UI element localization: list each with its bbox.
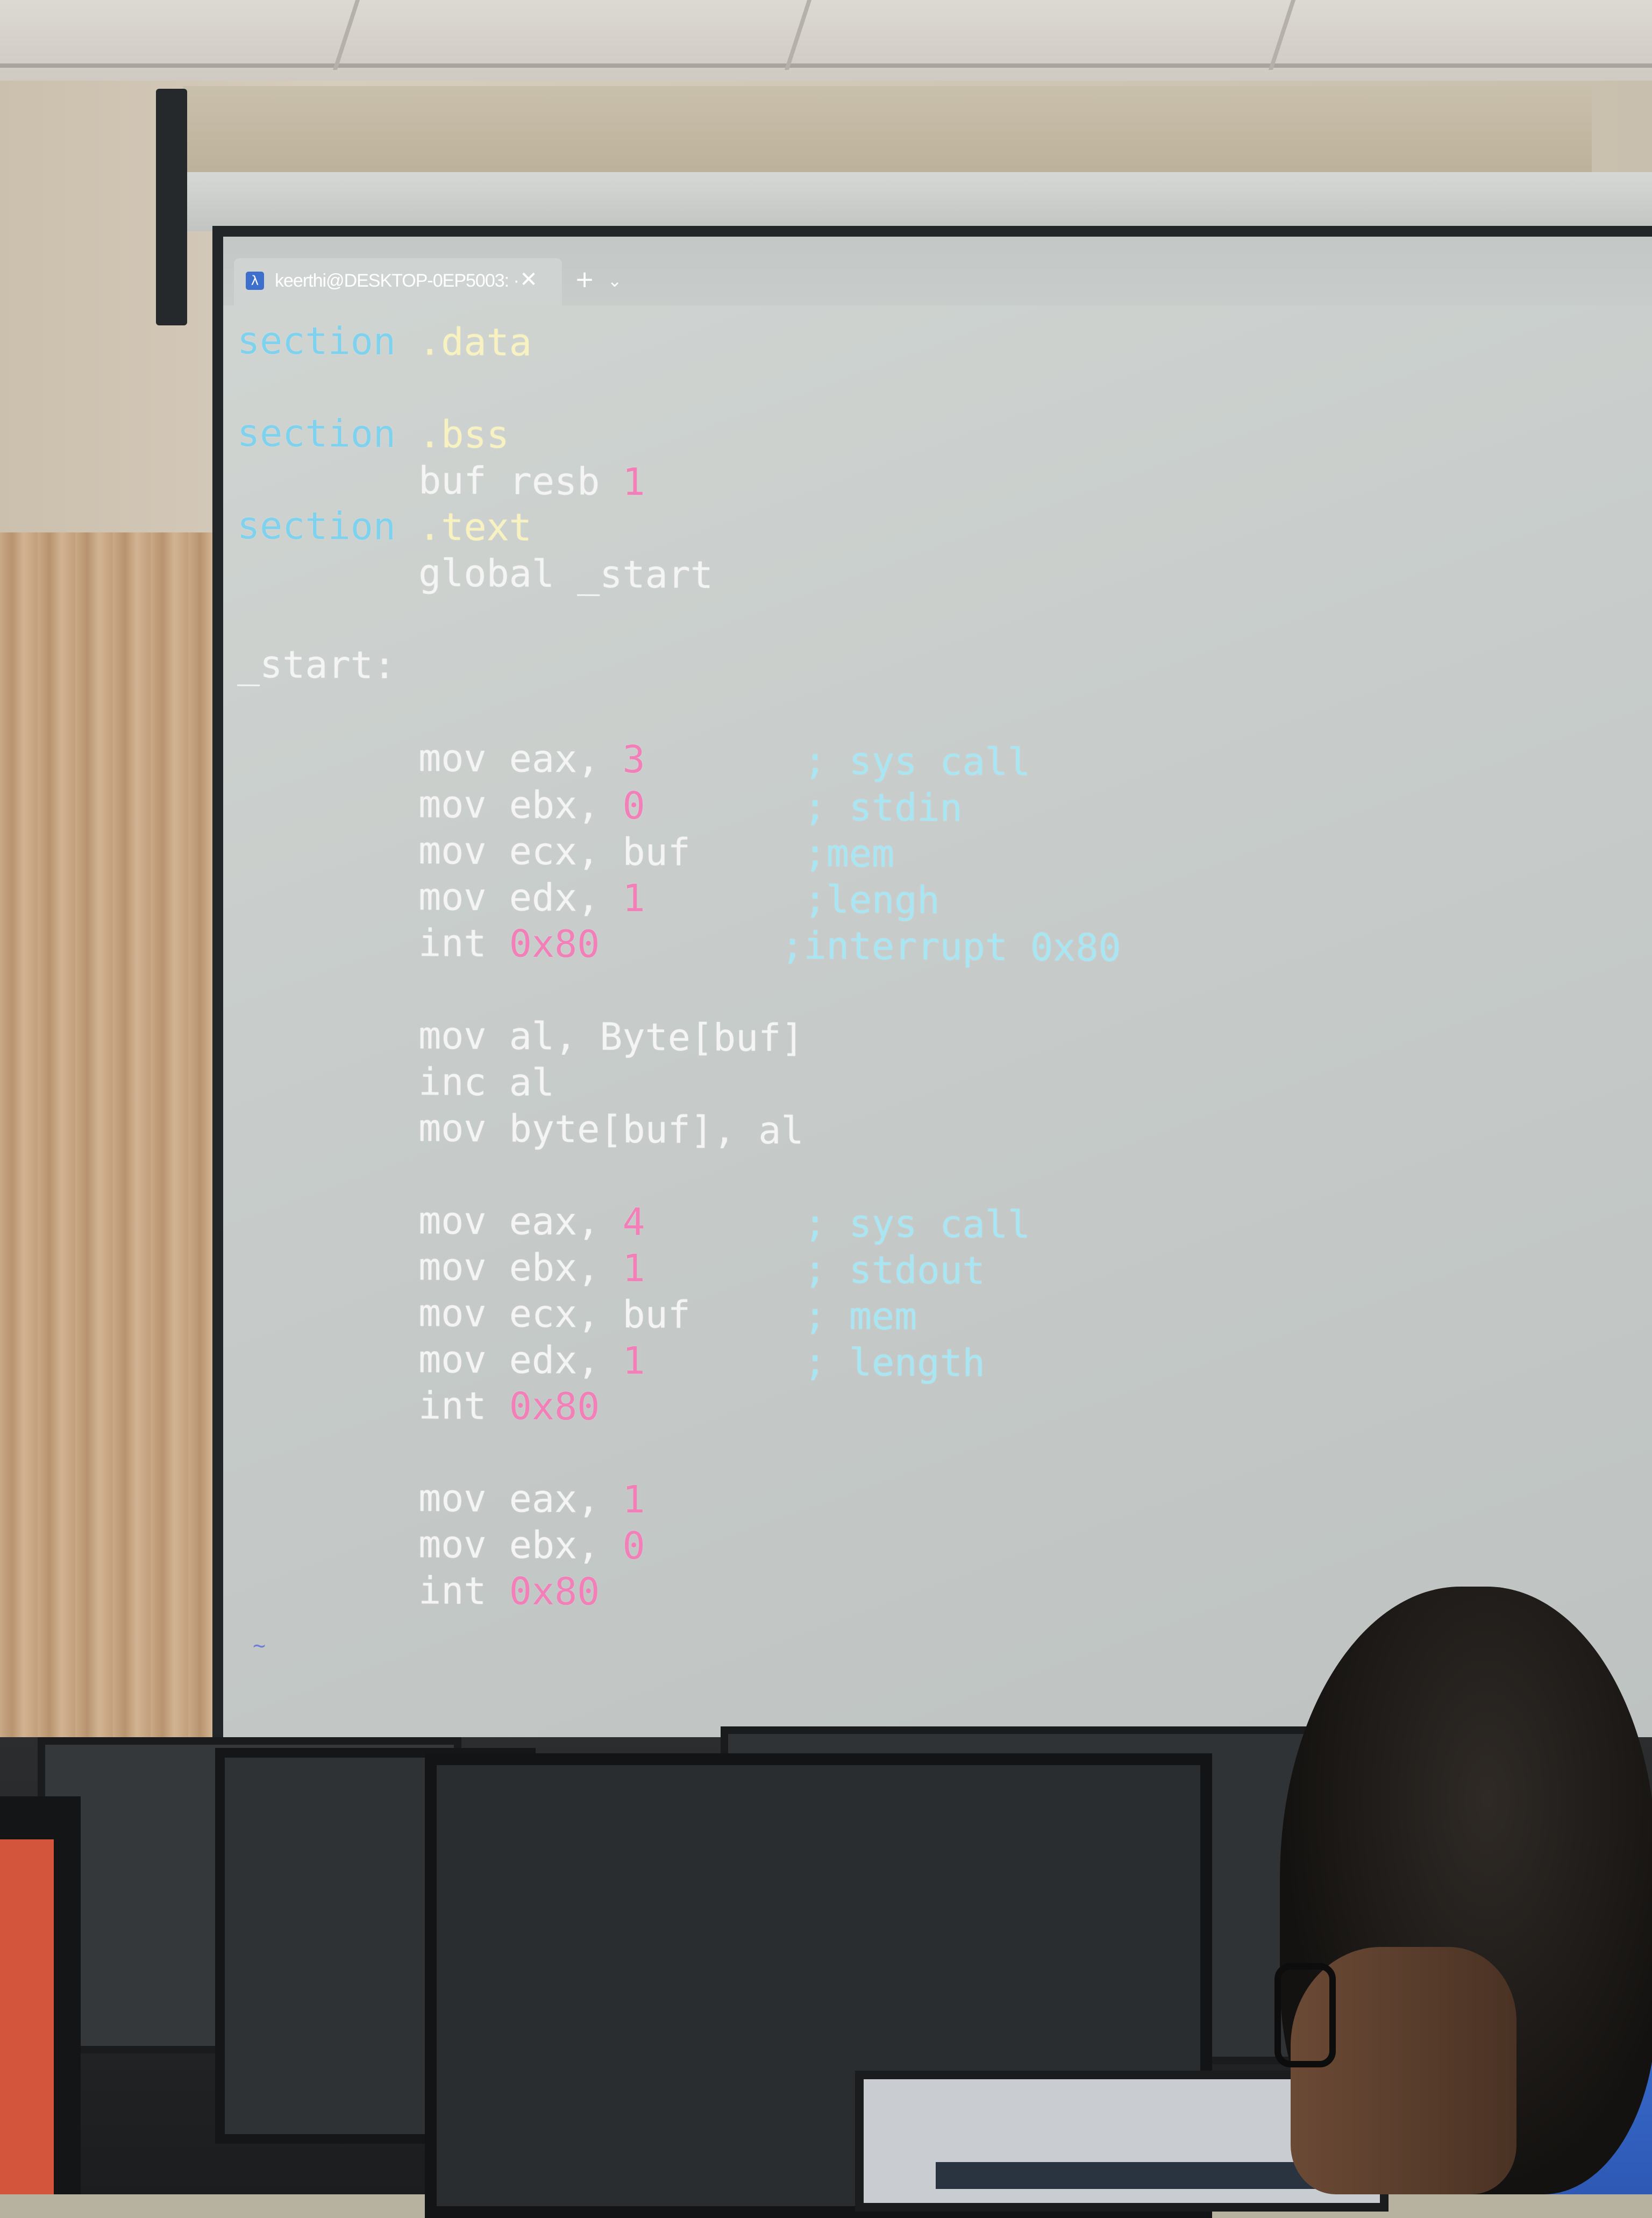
curtain <box>0 532 215 1877</box>
eyeglasses <box>1274 1963 1336 2067</box>
code-token: .data <box>396 319 532 365</box>
code-token: 0x80 <box>509 1384 600 1429</box>
code-token: mov byte[buf], al <box>237 1105 804 1153</box>
code-token: inc al <box>237 1058 555 1105</box>
code-token: ; sys call <box>645 1200 1031 1247</box>
code-token: mov eax, <box>237 1475 623 1522</box>
code-token: ; mem <box>690 1292 917 1339</box>
code-token: 0 <box>622 784 645 828</box>
code-line: mov byte[buf], al <box>237 1104 1635 1160</box>
code-token: buf resb <box>237 457 623 504</box>
code-token: int <box>237 1382 509 1428</box>
code-token: ; stdin <box>645 784 963 830</box>
code-token: section <box>237 411 396 457</box>
code-token: ; length <box>645 1339 985 1385</box>
code-token: 0x80 <box>509 1569 600 1614</box>
code-line: global _start <box>237 549 1635 605</box>
projected-terminal-window: λ keerthi@DESKTOP-0EP5003: · ✕ + ⌄ secti… <box>223 237 1652 1743</box>
code-token: 1 <box>622 1246 645 1291</box>
code-token: ;lengh <box>645 876 940 923</box>
code-token: ;mem <box>690 830 895 876</box>
code-token: 4 <box>622 1200 645 1245</box>
code-token: int <box>237 920 509 966</box>
code-token: 1 <box>622 1339 645 1383</box>
code-token: mov eax, <box>237 1197 623 1245</box>
code-token: ; sys call <box>645 737 1031 785</box>
code-token: 1 <box>622 876 645 921</box>
code-token: 1 <box>622 460 645 504</box>
code-token: .bss <box>396 412 509 457</box>
laptop-taskbar <box>936 2162 1344 2189</box>
code-token: int <box>237 1567 509 1613</box>
code-line: int 0x80 ;interrupt 0x80 <box>237 919 1635 975</box>
code-token: mov ebx, <box>237 1521 623 1568</box>
code-token: 0x80 <box>509 921 600 966</box>
close-icon[interactable]: ✕ <box>518 268 539 292</box>
ceiling-seam <box>0 63 1652 68</box>
code-token: mov ecx, buf <box>237 1290 690 1337</box>
code-token: .text <box>396 504 532 550</box>
projector-screen-housing <box>172 172 1652 231</box>
screen-mount-bracket <box>156 89 187 325</box>
code-token: mov al, Byte[buf] <box>237 1012 804 1061</box>
code-token: ; stdout <box>645 1246 985 1293</box>
code-token: section <box>237 318 396 364</box>
code-token: mov eax, <box>237 735 623 782</box>
code-line: int 0x80 <box>237 1381 1635 1437</box>
code-token: ;interrupt 0x80 <box>600 922 1121 970</box>
vim-empty-line-marker: ~ <box>253 1633 266 1658</box>
chevron-down-icon[interactable]: ⌄ <box>604 268 625 294</box>
code-token: mov ebx, <box>237 781 623 828</box>
new-tab-button[interactable]: + <box>573 267 596 293</box>
code-token: mov edx, <box>237 873 623 921</box>
assembly-code-editor[interactable]: section .data section .bss buf resb 1 sect… <box>237 317 1635 1725</box>
code-token: mov ebx, <box>237 1243 623 1291</box>
code-line: section .data <box>237 317 1635 373</box>
code-token: mov edx, <box>237 1336 623 1383</box>
powershell-icon: λ <box>246 272 264 290</box>
code-token: mov ecx, buf <box>237 827 690 875</box>
code-token: _start: <box>237 642 396 688</box>
code-token: 3 <box>622 737 645 782</box>
code-token: 1 <box>622 1477 645 1522</box>
code-token: global _start <box>237 550 714 598</box>
monitor-screen <box>0 1839 54 2194</box>
code-token: section <box>237 503 396 549</box>
code-token: 0 <box>622 1524 645 1568</box>
terminal-tab-title: keerthi@DESKTOP-0EP5003: · <box>275 271 519 291</box>
ceiling <box>0 0 1652 81</box>
